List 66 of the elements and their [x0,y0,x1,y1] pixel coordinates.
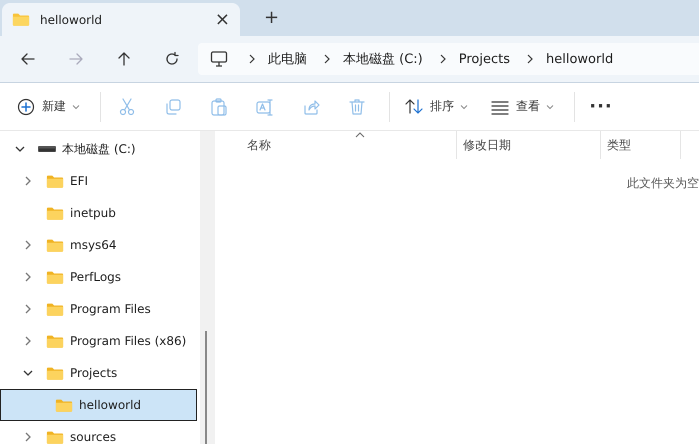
tree-item[interactable]: inetpub [0,197,200,229]
arrow-right-icon [68,51,84,67]
caret-down-icon [72,104,80,110]
new-tab-button[interactable]: + [264,7,280,28]
chevron-right-icon[interactable] [25,240,31,250]
tab-title: helloworld [40,12,104,26]
tree-item[interactable]: Program Files [0,293,200,325]
column-header[interactable]: 类型 [601,131,681,159]
tree-item[interactable]: PerfLogs [0,261,200,293]
window-tab[interactable]: helloworld × [2,3,240,36]
sort-up-icon [354,132,365,138]
folder-icon [12,12,30,27]
chevron-down-icon[interactable] [15,146,25,152]
column-header[interactable]: 修改日期 [457,131,601,159]
breadcrumb-item[interactable]: 本地磁盘 (C:) [343,50,423,68]
folder-icon [46,334,64,348]
breadcrumb-item[interactable]: Projects [458,52,510,66]
drive-icon [38,145,56,153]
more-button[interactable]: ··· [581,90,621,122]
tree-item[interactable]: Program Files (x86) [0,325,200,357]
chevron-right-icon[interactable] [25,272,31,282]
tree-item[interactable]: EFI [0,165,200,197]
chevron-right-icon [526,54,534,64]
chevron-right-icon[interactable] [25,336,31,346]
close-tab-button[interactable]: × [214,10,230,28]
chevron-right-icon[interactable] [25,176,31,186]
chevron-right-icon [323,54,331,64]
chevron-down-icon[interactable] [23,370,33,376]
tree-item[interactable]: Projects [0,357,200,389]
column-header[interactable]: 名称 [215,131,457,159]
folder-icon [46,302,64,316]
scissors-icon [117,96,137,116]
clipboard-icon [209,96,229,116]
folder-icon [55,398,73,412]
tree-item[interactable]: msys64 [0,229,200,261]
folder-icon [46,366,64,380]
view-button[interactable]: 查看 [482,90,562,122]
folder-icon [46,206,64,220]
folder-icon [46,430,64,444]
sort-button[interactable]: 排序 [396,90,476,122]
rename-icon [255,96,275,116]
arrow-left-icon [20,51,36,67]
arrow-up-icon [116,51,132,67]
trash-icon [347,96,367,116]
refresh-icon [164,51,180,67]
sort-arrows-icon [404,96,424,116]
chevron-right-icon [438,54,447,64]
chevron-right-icon [248,54,256,64]
plus-circle-icon [16,96,36,116]
computer-icon [210,50,228,68]
tree-item[interactable]: helloworld [0,389,197,421]
chevron-right-icon[interactable] [25,304,31,314]
breadcrumb-item[interactable]: 此电脑 [268,50,307,68]
breadcrumb-item[interactable]: helloworld [546,52,614,66]
empty-folder-message: 此文件夹为空 [626,175,699,192]
caret-down-icon [546,104,554,110]
caret-down-icon [460,104,468,110]
address-bar[interactable]: 此电脑 本地磁盘 (C:) Projects helloworld [198,43,699,75]
folder-icon [46,174,64,188]
scrollbar[interactable] [205,331,207,444]
folder-icon [46,270,64,284]
new-button[interactable]: 新建 [8,90,88,122]
tree-item[interactable]: 本地磁盘 (C:) [0,133,200,165]
folder-icon [46,238,64,252]
tree-item[interactable]: sources [0,421,200,444]
chevron-right-icon[interactable] [25,432,31,442]
